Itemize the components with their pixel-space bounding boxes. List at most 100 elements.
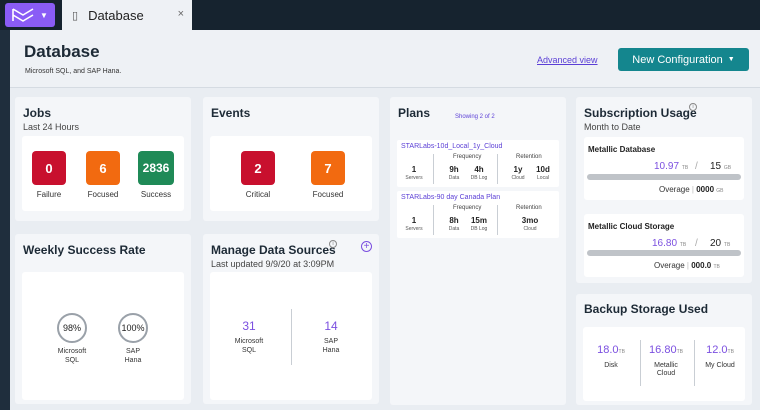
add-data-source-icon[interactable]: + — [361, 241, 372, 252]
backup-panel: 18.0TB Disk 16.80TB Metallic Cloud 12.0T… — [583, 327, 745, 401]
plan-retention-header: Retention — [516, 205, 542, 211]
plan-freq-data-label: Data — [448, 175, 460, 181]
events-card: Events 2 Critical 7 Focused — [203, 97, 379, 221]
subscription-usage-card: Subscription Usage i Month to Date Metal… — [576, 97, 752, 283]
app-menu-button[interactable]: ▼ — [5, 3, 55, 27]
events-critical-stat[interactable]: 2 Critical — [238, 151, 278, 199]
usage-metallic-database: Metallic Database 10.97 TB / 15 GB Overa… — [584, 137, 744, 200]
jobs-subtitle: Last 24 Hours — [23, 122, 80, 132]
usage-metallic-cloud-storage: Metallic Cloud Storage 16.80 TB / 20 TB … — [584, 214, 744, 277]
label-line2: Hana — [322, 347, 340, 354]
usage-used-value: 10.97 — [654, 161, 680, 172]
plan-freq-data: 9h Data — [443, 165, 465, 181]
usage-progress-bar — [587, 174, 741, 180]
label-line1: Microsoft — [57, 348, 87, 355]
metallic-logo-icon — [12, 8, 34, 22]
source-item-sql[interactable]: 31 Microsoft SQL — [228, 319, 270, 355]
plan-frequency-header: Frequency — [453, 154, 482, 160]
weekly-success-rate-card: Weekly Success Rate 98% Microsoft SQL 10… — [15, 234, 191, 404]
label-line2: Cloud — [656, 370, 676, 377]
info-icon[interactable]: i — [329, 240, 337, 248]
usage-separator: / — [695, 161, 698, 172]
plan-freq-log-label: DB Log — [470, 226, 488, 232]
plan-ret-local-value: 10d — [536, 165, 550, 174]
divider — [433, 154, 434, 184]
usage-total: 20 TB — [710, 238, 730, 249]
new-configuration-label: New Configuration — [632, 53, 723, 66]
weekly-item-hana[interactable]: 100% SAP Hana — [113, 313, 153, 365]
manage-data-sources-card: Manage Data Sources i + Last updated 9/9… — [203, 234, 379, 404]
label-line1: SAP — [323, 338, 338, 345]
plan-item[interactable]: STARLabs-10d_Local_1y_Cloud Frequency Re… — [397, 140, 559, 187]
page-header: Database Microsoft SQL, and SAP Hana. Ad… — [10, 30, 760, 88]
backup-title: Backup Storage Used — [584, 302, 709, 316]
label-line2: SQL — [64, 357, 79, 364]
events-focused-label: Focused — [312, 190, 344, 199]
weekly-panel: 98% Microsoft SQL 100% SAP Hana — [22, 272, 184, 400]
plan-name[interactable]: STARLabs-90 day Canada Plan — [401, 194, 500, 201]
tab-database[interactable]: ▯ Database × — [62, 0, 192, 30]
plan-freq-data: 8h Data — [443, 216, 465, 232]
chevron-down-icon: ▼ — [727, 56, 735, 63]
jobs-success-stat[interactable]: 2836 Success — [138, 151, 174, 199]
backup-value-number: 12.0 — [706, 344, 728, 356]
plan-freq-log-value: 4h — [474, 165, 484, 174]
backup-value-number: 16.80 — [649, 344, 677, 356]
overage-unit: GB — [716, 188, 724, 194]
backup-value-number: 18.0 — [597, 344, 619, 356]
plan-frequency-header: Frequency — [453, 205, 482, 211]
divider — [291, 309, 292, 365]
jobs-failure-count: 0 — [32, 151, 66, 185]
usage-total-unit: GB — [723, 165, 732, 171]
weekly-item-sql[interactable]: 98% Microsoft SQL — [52, 313, 92, 365]
label-line1: SAP — [125, 348, 140, 355]
jobs-focused-stat[interactable]: 6 Focused — [86, 151, 120, 199]
events-title: Events — [211, 106, 251, 120]
jobs-focused-count: 6 — [86, 151, 120, 185]
new-configuration-button[interactable]: New Configuration ▼ — [618, 48, 749, 71]
success-rate-ring: 98% — [57, 313, 87, 343]
overage-value: 0000 — [696, 185, 715, 194]
subscription-title: Subscription Usage — [584, 106, 697, 120]
jobs-card: Jobs Last 24 Hours 0 Failure 6 Focused 2… — [15, 97, 191, 221]
page-subtitle: Microsoft SQL, and SAP Hana. — [25, 68, 122, 75]
usage-total-value: 15 — [710, 161, 722, 172]
source-item-hana[interactable]: 14 SAP Hana — [310, 319, 352, 355]
plan-name[interactable]: STARLabs-10d_Local_1y_Cloud — [401, 143, 502, 150]
jobs-success-count: 2836 — [138, 151, 174, 185]
close-icon[interactable]: × — [178, 8, 184, 20]
plan-item[interactable]: STARLabs-90 day Canada Plan Frequency Re… — [397, 191, 559, 238]
overage-value: 000.0 — [691, 261, 712, 270]
sources-updated: Last updated 9/9/20 at 3:09PM — [211, 259, 335, 269]
divider — [497, 154, 498, 184]
plan-freq-data-value: 9h — [449, 165, 459, 174]
backup-metallic-cloud: 16.80TB Metallic Cloud — [641, 344, 691, 378]
backup-storage-card: Backup Storage Used 18.0TB Disk 16.80TB … — [576, 294, 752, 405]
top-tab-bar: ▼ ▯ Database × — [0, 0, 760, 30]
usage-overage: Overage | 0000 GB — [659, 185, 724, 194]
sources-panel: 31 Microsoft SQL 14 SAP Hana — [210, 272, 372, 400]
usage-total: 15 GB — [710, 161, 731, 172]
plan-freq-data-label: Data — [448, 226, 460, 232]
plan-servers-value: 1 — [411, 216, 417, 225]
info-icon[interactable]: i — [689, 103, 697, 111]
usage-used-unit: TB — [681, 165, 689, 171]
plan-servers-value: 1 — [411, 165, 417, 174]
page-title: Database — [24, 42, 100, 61]
events-critical-count: 2 — [241, 151, 275, 185]
weekly-item-label: SAP Hana — [113, 347, 153, 365]
backup-value-unit: TB — [618, 349, 625, 355]
jobs-success-label: Success — [140, 190, 172, 199]
advanced-view-link[interactable]: Advanced view — [537, 55, 598, 65]
events-focused-stat[interactable]: 7 Focused — [308, 151, 348, 199]
sources-title: Manage Data Sources — [211, 243, 336, 257]
overage-label: Overage — [654, 261, 685, 270]
backup-value-unit: TB — [676, 349, 683, 355]
jobs-failure-stat[interactable]: 0 Failure — [32, 151, 66, 199]
main-content: Database Microsoft SQL, and SAP Hana. Ad… — [10, 30, 760, 410]
plan-servers: 1 Servers — [402, 165, 426, 181]
jobs-focused-label: Focused — [87, 190, 119, 199]
plan-ret-cloud-label: Cloud — [523, 226, 537, 232]
usage-name: Metallic Database — [588, 145, 656, 154]
overage-label: Overage — [659, 185, 690, 194]
